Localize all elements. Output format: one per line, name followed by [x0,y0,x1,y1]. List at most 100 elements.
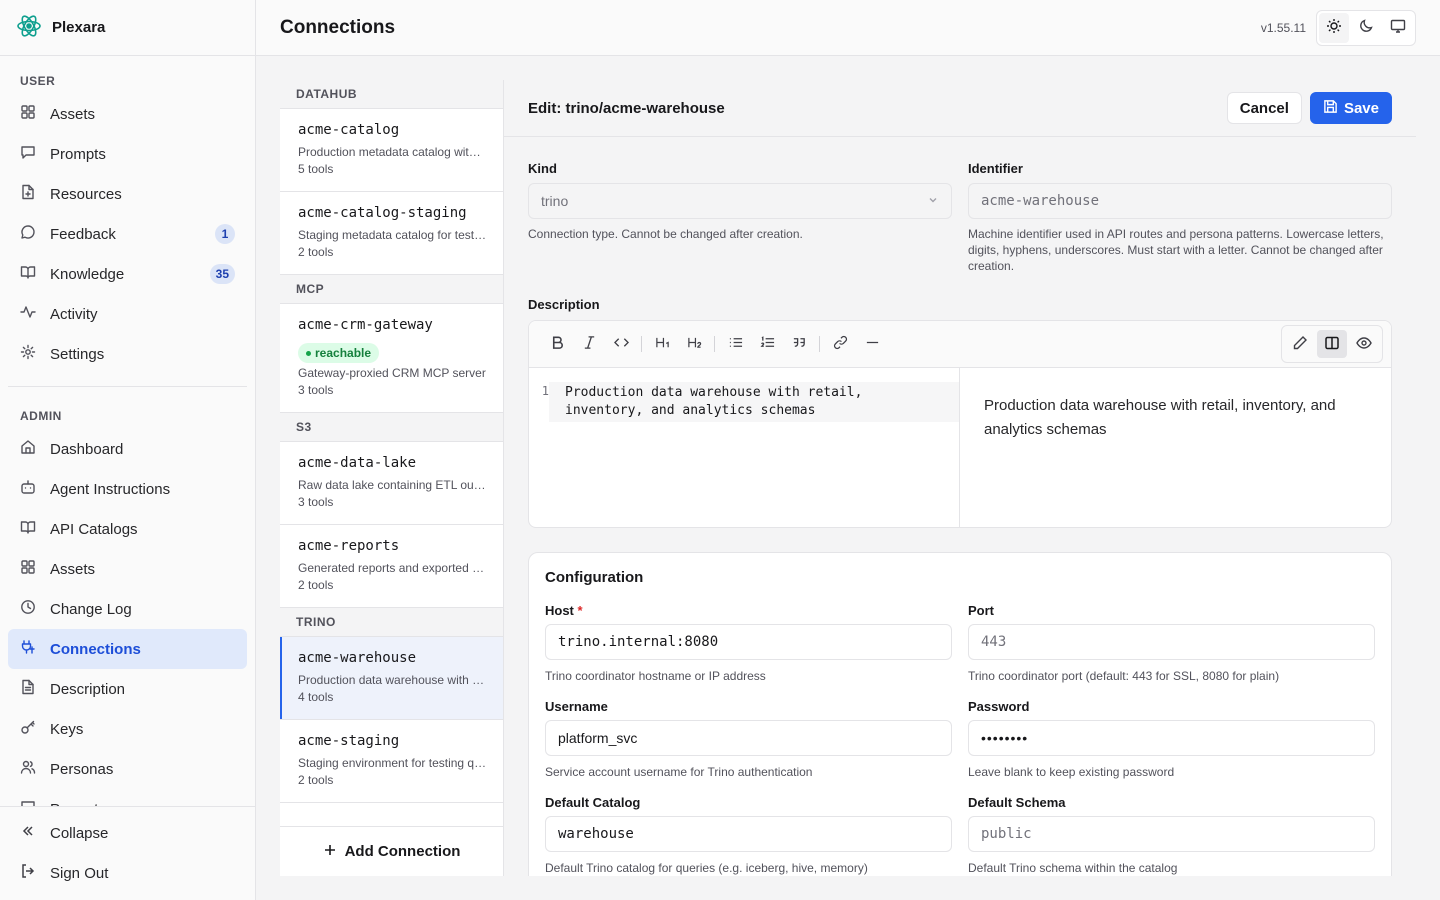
sidebar-item-knowledge[interactable]: Knowledge 35 [8,254,247,294]
nav-item-label: API Catalogs [50,520,138,538]
chevrons-left-icon [20,823,36,843]
nav-item-label: Agent Instructions [50,480,171,498]
system-theme-button[interactable] [1383,13,1413,43]
nav-item-label: Knowledge [50,265,125,283]
default-catalog-input[interactable]: warehouse [545,816,952,852]
host-input[interactable]: trino.internal:8080 [545,624,952,660]
configuration-title: Configuration [545,569,644,586]
heading-1-button[interactable] [646,330,678,358]
host-help: Trino coordinator hostname or IP address [545,669,766,683]
collapse-button[interactable]: Collapse [8,813,247,853]
sidebar-footer: Collapse Sign Out [0,806,255,900]
file-plus-icon [20,184,36,204]
connection-description: Gateway-proxied CRM MCP server [298,366,486,380]
connection-item[interactable]: acme-catalog-staging Staging metadata cat… [280,192,503,275]
sidebar-admin-item-assets[interactable]: Assets [8,549,247,589]
heading-2-button[interactable] [678,330,710,358]
connection-tool-count: 2 tools [298,245,334,259]
sidebar-item-resources[interactable]: Resources [8,174,247,214]
sidebar-admin-item-personas[interactable]: Personas [8,749,247,789]
heading-2-icon [687,335,702,353]
nav-item-label: Description [50,680,126,698]
sidebar-item-settings[interactable]: Settings [8,334,247,374]
connection-item[interactable]: acme-warehouse Production data warehouse … [280,637,503,720]
nav-item-label: Resources [50,185,122,203]
split-mode-button[interactable] [1317,330,1347,358]
save-label: Save [1343,99,1379,117]
sidebar-item-prompts[interactable]: Prompts [8,134,247,174]
connection-item[interactable]: acme-catalog Production metadata catalog … [280,109,503,192]
sidebar-item-assets[interactable]: Assets [8,94,247,134]
ordered-list-button[interactable] [751,330,783,358]
status-badge-label: reachable [315,346,372,360]
sidebar-admin-item-description[interactable]: Description [8,669,247,709]
markdown-source[interactable]: 1 Production data warehouse with retail,… [529,368,960,527]
sidebar-admin-item-keys[interactable]: Keys [8,709,247,749]
connection-name: acme-catalog-staging [298,205,467,221]
connection-item[interactable]: acme-crm-gateway reachable Gateway-proxied… [280,304,503,413]
dark-theme-button[interactable] [1351,13,1381,43]
save-button[interactable]: Save [1309,92,1392,124]
collapse-label: Collapse [50,824,109,842]
markdown-source-text[interactable]: Production data warehouse with retail, i… [549,382,959,422]
kind-select[interactable]: trino [528,183,952,219]
bold-button[interactable] [541,330,573,358]
plexara-logo-icon [16,13,42,42]
sidebar-admin-item-dashboard[interactable]: Dashboard [8,429,247,469]
cancel-button[interactable]: Cancel [1226,92,1302,124]
connection-group-label: TRINO [280,608,503,637]
default-schema-input[interactable]: public [968,816,1375,852]
toolbar-divider [641,336,642,352]
book-open-icon [20,519,36,539]
connection-item[interactable]: acme-reports Generated reports and export… [280,525,503,608]
key-icon [20,719,36,739]
nav-item-label: Change Log [50,600,132,618]
identifier-field[interactable]: acme-warehouse [968,183,1392,219]
sidebar-admin-item-agent-instructions[interactable]: Agent Instructions [8,469,247,509]
username-input[interactable]: platform_svc [545,720,952,756]
italic-button[interactable] [573,330,605,358]
link-icon [833,335,848,353]
moon-icon [1358,18,1374,37]
preview-mode-button[interactable] [1349,330,1379,358]
activity-icon [20,304,36,324]
nav-item-label: Personas [50,760,114,778]
toolbar-divider [714,336,715,352]
nav-item-label: Assets [50,105,96,123]
sidebar-admin-item-api-catalogs[interactable]: API Catalogs [8,509,247,549]
edit-mode-button[interactable] [1285,330,1315,358]
connection-name: acme-catalog [298,122,400,138]
sidebar-divider [8,386,247,387]
bullet-list-button[interactable] [719,330,751,358]
connection-group-label: DATAHUB [280,80,503,109]
connection-description: Raw data lake containing ETL outputs [298,478,487,492]
eye-icon [1356,335,1372,354]
connection-description: Production data warehouse with retail, i… [298,673,487,687]
sign-out-button[interactable]: Sign Out [8,853,247,893]
sidebar-item-activity[interactable]: Activity [8,294,247,334]
brand[interactable]: Plexara [0,0,255,56]
light-theme-button[interactable] [1319,12,1349,43]
add-connection-button[interactable]: Add Connection [280,826,503,876]
connection-tool-count: 5 tools [298,162,334,176]
code-button[interactable] [605,330,637,358]
monitor-icon [1390,18,1406,37]
quote-button[interactable] [783,330,815,358]
connection-item[interactable]: acme-data-lake Raw data lake containing E… [280,442,503,525]
chat-icon [20,144,36,164]
horizontal-rule-button[interactable] [856,330,888,358]
quote-icon [792,335,807,353]
connection-tool-count: 2 tools [298,773,334,787]
password-input[interactable]: •••••••• [968,720,1375,756]
sidebar-admin-item-change-log[interactable]: Change Log [8,589,247,629]
sidebar-admin-item-connections[interactable]: Connections [8,629,247,669]
connection-description: Staging environment for testing queries [298,756,487,770]
connection-item[interactable]: acme-staging Staging environment for test… [280,720,503,803]
connection-name: acme-crm-gateway [298,317,433,333]
host-label-text: Host [545,603,574,618]
list-icon [728,335,743,353]
sidebar-item-feedback[interactable]: Feedback 1 [8,214,247,254]
link-button[interactable] [824,330,856,358]
port-input[interactable]: 443 [968,624,1375,660]
required-marker: * [577,603,583,618]
